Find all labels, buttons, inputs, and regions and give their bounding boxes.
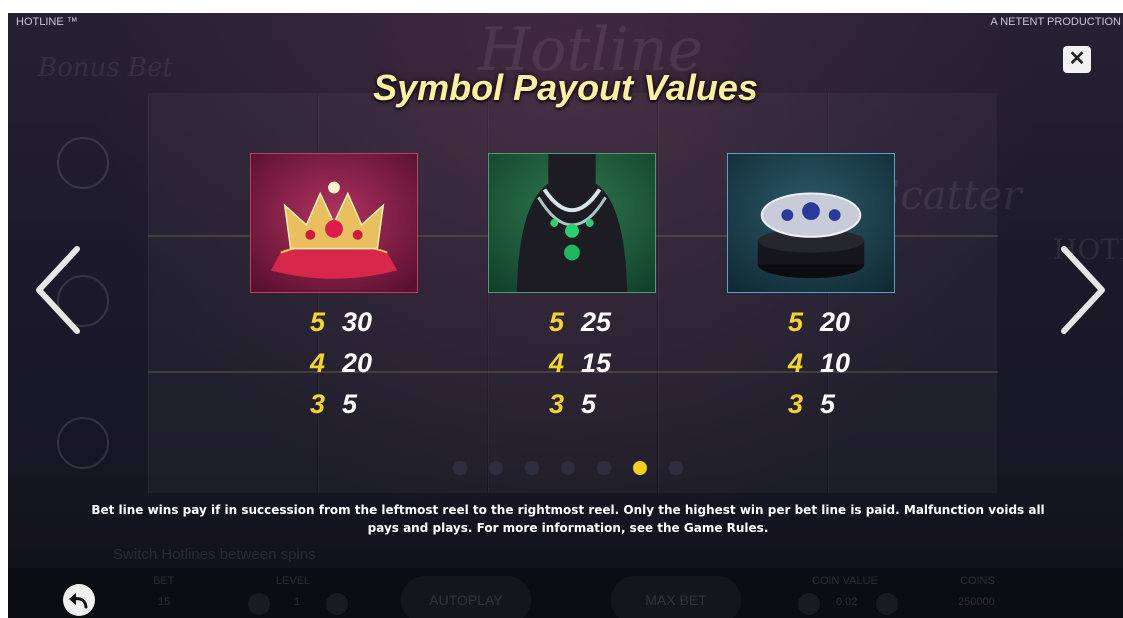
payout-count: 5: [549, 307, 565, 337]
emerald-necklace-icon: [489, 154, 655, 292]
payout-value: 20: [342, 348, 373, 378]
bet-value: 15: [158, 596, 171, 608]
level-value: 1: [294, 596, 301, 608]
symbol-card-necklace: [488, 153, 656, 293]
payout-value: 5: [820, 389, 836, 419]
payout-value: 20: [820, 307, 851, 337]
coin-value-label: COIN VALUE: [812, 575, 878, 587]
payout-row: 4 20: [310, 348, 430, 389]
symbol-card-crown: [250, 153, 418, 293]
payout-table-crown: 5 30 4 20 35: [310, 307, 430, 430]
coin-value-increase-button: [876, 593, 898, 615]
producer-label: A NETENT PRODUCTION: [990, 16, 1121, 28]
payout-value: 15: [581, 348, 612, 378]
payout-row: 4 15: [549, 348, 669, 389]
coins-label: COINS: [960, 575, 995, 587]
payout-value: 5: [342, 389, 358, 419]
autoplay-button: AUTOPLAY: [401, 576, 531, 618]
payout-count: 3: [788, 389, 804, 419]
page-dot[interactable]: [597, 461, 611, 475]
payout-count: 4: [549, 348, 565, 378]
payout-count: 5: [310, 307, 326, 337]
payout-table-ring: 5 20 4 10 35: [788, 307, 908, 430]
page-dot[interactable]: [669, 461, 683, 475]
crown-on-cushion-icon: [251, 154, 417, 292]
background-side-button: [57, 417, 109, 469]
page-dot-active[interactable]: [633, 461, 647, 475]
payout-count: 5: [788, 307, 804, 337]
switch-hotlines-hint: Switch Hotlines between spins: [113, 546, 316, 563]
back-button[interactable]: [63, 584, 95, 616]
level-label: LEVEL: [276, 575, 311, 587]
page-dot[interactable]: [525, 461, 539, 475]
level-increase-button: [326, 593, 348, 615]
payout-table-necklace: 5 25 4 15 35: [549, 307, 669, 430]
coin-value: 0.02: [836, 596, 858, 608]
payout-row: 35: [788, 389, 908, 430]
payout-row: 5 25: [549, 307, 669, 348]
bet-label: BET: [153, 575, 175, 587]
back-arrow-icon: [69, 593, 88, 609]
page-dot[interactable]: [453, 461, 467, 475]
payout-count: 3: [310, 389, 326, 419]
symbol-card-ring: [727, 153, 895, 293]
payout-value: 25: [581, 307, 612, 337]
next-page-button[interactable]: [1058, 245, 1108, 335]
payout-row: 35: [310, 389, 430, 430]
payout-row: 4 10: [788, 348, 908, 389]
payout-value: 10: [820, 348, 851, 378]
paytable-overlay: Bonus Bet Hotline Scatter HOTE HOTLINE ™…: [8, 13, 1123, 618]
background-side-button: [57, 137, 109, 189]
payout-row: 35: [549, 389, 669, 430]
page-dot[interactable]: [561, 461, 575, 475]
page-dot[interactable]: [489, 461, 503, 475]
payout-row: 5 30: [310, 307, 430, 348]
page-title: Symbol Payout Values: [373, 67, 758, 108]
coin-value-decrease-button: [798, 593, 820, 615]
chevron-right-icon: [1061, 246, 1105, 334]
coins-value: 250000: [958, 596, 995, 608]
background-scatter-text: Scatter: [873, 173, 1022, 219]
payout-count: 4: [310, 348, 326, 378]
max-bet-button: MAX BET: [611, 576, 741, 618]
payout-count: 4: [788, 348, 804, 378]
payout-value: 30: [342, 307, 373, 337]
bottom-hud: [8, 568, 1123, 618]
diamond-ring-icon: [728, 154, 894, 292]
chevron-left-icon: [36, 246, 80, 334]
payout-value: 5: [581, 389, 597, 419]
payout-count: 3: [549, 389, 565, 419]
level-decrease-button: [248, 593, 270, 615]
payout-row: 5 20: [788, 307, 908, 348]
game-name-label: HOTLINE ™: [16, 16, 78, 28]
previous-page-button[interactable]: [33, 245, 83, 335]
rules-description: Bet line wins pay if in succession from …: [91, 503, 1045, 535]
